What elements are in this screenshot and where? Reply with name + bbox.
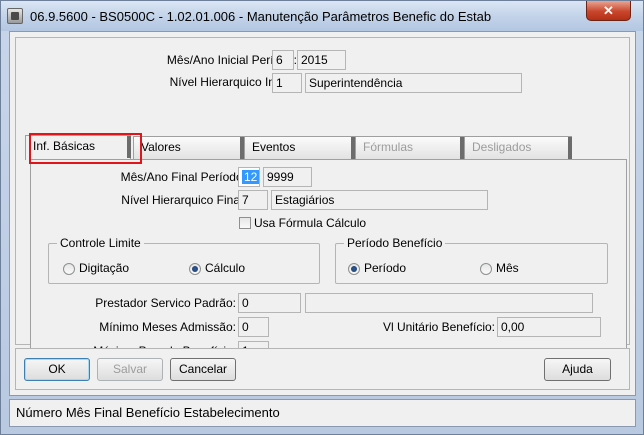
cancelar-button[interactable]: Cancelar: [170, 358, 236, 381]
controle-limite-title: Controle Limite: [57, 236, 144, 250]
usa-formula-checkbox[interactable]: [239, 217, 251, 229]
nivel-final-desc-field: Estagiários: [271, 190, 488, 210]
vl-unitario-field[interactable]: 0,00: [497, 317, 601, 337]
minimo-meses-field[interactable]: 0: [238, 317, 269, 337]
form-frame: Mês/Ano Inicial Período: 6 2015 Nível Hi…: [15, 37, 630, 361]
mes-final-field[interactable]: 12: [238, 167, 260, 187]
digitacao-radio[interactable]: [63, 263, 75, 275]
client-area: Mês/Ano Inicial Período: 6 2015 Nível Hi…: [9, 31, 636, 396]
prestador-code-field[interactable]: 0: [238, 293, 301, 313]
calculo-radio[interactable]: [189, 263, 201, 275]
tab-label: Desligados: [472, 140, 532, 154]
nivel-inicio-code-field[interactable]: 1: [272, 73, 302, 93]
nivel-inicio-desc-field: Superintendência: [305, 73, 522, 93]
calculo-label: Cálculo: [205, 261, 246, 275]
tab-valores[interactable]: Valores: [133, 136, 244, 159]
ano-final-field[interactable]: 9999: [263, 167, 312, 187]
nivel-final-code-field[interactable]: 7: [238, 190, 268, 210]
vl-unitario-label: Vl Unitário Benefício:: [382, 320, 495, 334]
close-button[interactable]: ✕: [586, 1, 631, 21]
periodo-label: Período: [364, 261, 407, 275]
tab-separator: [568, 137, 572, 159]
nivel-inicio-label: Nível Hierarquico Início:: [169, 75, 297, 89]
app-icon: [7, 8, 23, 24]
digitacao-label: Digitação: [79, 261, 130, 275]
usa-formula-label: Usa Fórmula Cálculo: [254, 216, 367, 230]
tab-formulas: Fórmulas: [355, 136, 464, 159]
button-bar: OK Salvar Cancelar Ajuda: [15, 348, 630, 390]
mes-radio[interactable]: [480, 263, 492, 275]
prestador-desc-field: [305, 293, 593, 313]
ajuda-button[interactable]: Ajuda: [544, 358, 611, 381]
controle-limite-group: Controle Limite Digitação Cálculo: [48, 236, 320, 284]
ok-button[interactable]: OK: [24, 358, 90, 381]
tab-label: Eventos: [252, 140, 296, 154]
mes-inicial-field[interactable]: 6: [272, 50, 294, 70]
prestador-label: Prestador Servico Padrão:: [95, 296, 236, 310]
periodo-beneficio-title: Período Benefício: [344, 236, 446, 250]
ano-inicial-field[interactable]: 2015: [297, 50, 346, 70]
tab-desligados: Desligados: [464, 136, 572, 159]
periodo-radio[interactable]: [348, 263, 360, 275]
periodo-beneficio-group: Período Benefício Período Mês: [335, 236, 608, 284]
title-bar[interactable]: 06.9.5600 - BS0500C - 1.02.01.006 - Manu…: [1, 1, 643, 31]
tab-highlight-box: [29, 133, 142, 164]
tab-eventos[interactable]: Eventos: [244, 136, 355, 159]
mes-label: Mês: [496, 261, 519, 275]
application-window: 06.9.5600 - BS0500C - 1.02.01.006 - Manu…: [0, 0, 644, 435]
minimo-meses-label: Mínimo Meses Admissão:: [99, 320, 236, 334]
mes-ano-final-label: Mês/Ano Final Período:: [120, 170, 246, 184]
window-title: 06.9.5600 - BS0500C - 1.02.01.006 - Manu…: [30, 9, 492, 24]
salvar-button: Salvar: [97, 358, 163, 381]
tab-panel-inf-basicas: Mês/Ano Final Período: 12 9999 Nível Hie…: [30, 159, 627, 361]
tab-label: Valores: [141, 140, 181, 154]
nivel-final-label: Nível Hierarquico Final:: [121, 193, 246, 207]
status-bar: Número Mês Final Benefício Estabelecimen…: [9, 399, 636, 427]
mes-ano-inicial-label: Mês/Ano Inicial Período:: [166, 53, 297, 67]
tab-label: Fórmulas: [363, 140, 414, 154]
mes-final-selected-text: 12: [242, 170, 259, 184]
